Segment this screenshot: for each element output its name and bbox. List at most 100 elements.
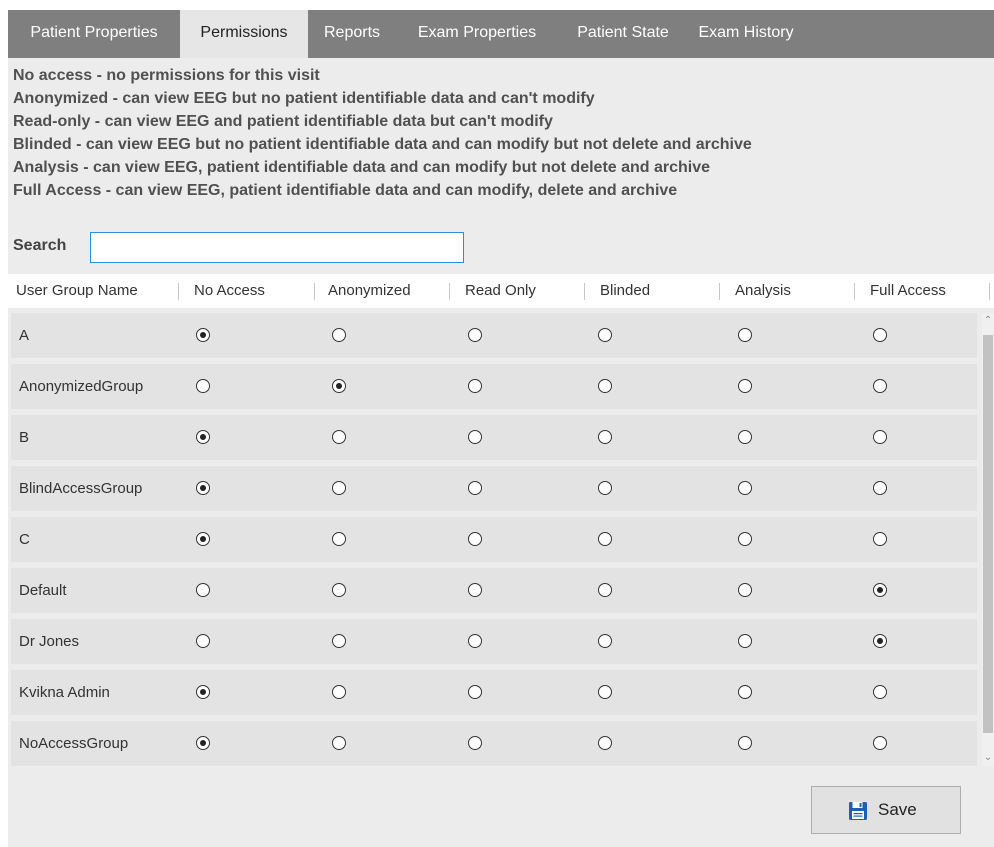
radio-read-only[interactable] — [468, 481, 482, 495]
description-full-access: Full Access - can view EEG, patient iden… — [13, 182, 678, 199]
column-header-no-access[interactable]: No Access — [194, 274, 265, 308]
radio-full-access[interactable] — [873, 430, 887, 444]
table-row[interactable]: B — [11, 415, 977, 460]
column-header-user-group-name[interactable]: User Group Name — [16, 274, 138, 308]
column-divider[interactable] — [584, 283, 585, 300]
radio-full-access[interactable] — [873, 532, 887, 546]
permissions-panel: Patient Properties Permissions Reports E… — [8, 10, 994, 847]
radio-analysis[interactable] — [738, 379, 752, 393]
column-header-full-access[interactable]: Full Access — [870, 274, 946, 308]
radio-blinded[interactable] — [598, 583, 612, 597]
radio-analysis[interactable] — [738, 583, 752, 597]
radio-analysis[interactable] — [738, 481, 752, 495]
radio-no-access[interactable] — [196, 736, 210, 750]
tab-patient-state[interactable]: Patient State — [558, 10, 688, 58]
column-divider[interactable] — [719, 283, 720, 300]
radio-no-access[interactable] — [196, 481, 210, 495]
radio-blinded[interactable] — [598, 685, 612, 699]
table-row[interactable]: C — [11, 517, 977, 562]
table-row[interactable]: Default — [11, 568, 977, 613]
radio-read-only[interactable] — [468, 685, 482, 699]
column-divider[interactable] — [178, 283, 179, 300]
table-row[interactable]: BlindAccessGroup — [11, 466, 977, 511]
radio-analysis[interactable] — [738, 328, 752, 342]
radio-analysis[interactable] — [738, 532, 752, 546]
save-button[interactable]: Save — [811, 786, 961, 834]
radio-analysis[interactable] — [738, 685, 752, 699]
user-group-table: A AnonymizedGroup B BlindAccessGroup C Defaul… — [8, 313, 980, 766]
tab-patient-properties[interactable]: Patient Properties — [8, 10, 180, 58]
scroll-up-arrow-icon[interactable]: ⌃ — [982, 313, 994, 329]
tab-exam-properties[interactable]: Exam Properties — [396, 10, 558, 58]
radio-no-access[interactable] — [196, 583, 210, 597]
radio-anonymized[interactable] — [332, 430, 346, 444]
description-read-only: Read-only - can view EEG and patient ide… — [13, 113, 553, 130]
radio-full-access[interactable] — [873, 379, 887, 393]
column-header-analysis[interactable]: Analysis — [735, 274, 791, 308]
radio-analysis[interactable] — [738, 430, 752, 444]
radio-blinded[interactable] — [598, 634, 612, 648]
tab-reports[interactable]: Reports — [308, 10, 396, 58]
radio-anonymized[interactable] — [332, 379, 346, 393]
radio-read-only[interactable] — [468, 328, 482, 342]
tab-exam-history[interactable]: Exam History — [688, 10, 804, 58]
permission-descriptions: No access - no permissions for this visi… — [13, 64, 983, 202]
radio-no-access[interactable] — [196, 685, 210, 699]
user-group-name: Dr Jones — [19, 633, 80, 650]
radio-anonymized[interactable] — [332, 481, 346, 495]
radio-read-only[interactable] — [468, 430, 482, 444]
column-divider[interactable] — [989, 283, 990, 300]
radio-anonymized[interactable] — [332, 328, 346, 342]
radio-full-access[interactable] — [873, 736, 887, 750]
scroll-down-arrow-icon[interactable]: ⌄ — [982, 750, 994, 766]
description-anonymized: Anonymized - can view EEG but no patient… — [13, 90, 595, 107]
radio-analysis[interactable] — [738, 736, 752, 750]
table-row[interactable]: A — [11, 313, 977, 358]
table-row[interactable]: Kvikna Admin — [11, 670, 977, 715]
radio-read-only[interactable] — [468, 532, 482, 546]
radio-no-access[interactable] — [196, 634, 210, 648]
radio-analysis[interactable] — [738, 634, 752, 648]
radio-blinded[interactable] — [598, 481, 612, 495]
radio-full-access[interactable] — [873, 583, 887, 597]
scrollbar-thumb[interactable] — [983, 335, 993, 733]
radio-full-access[interactable] — [873, 634, 887, 648]
radio-anonymized[interactable] — [332, 634, 346, 648]
column-divider[interactable] — [314, 283, 315, 300]
tab-bar: Patient Properties Permissions Reports E… — [8, 10, 994, 58]
column-divider[interactable] — [449, 283, 450, 300]
radio-blinded[interactable] — [598, 430, 612, 444]
radio-blinded[interactable] — [598, 328, 612, 342]
radio-no-access[interactable] — [196, 532, 210, 546]
table-row[interactable]: AnonymizedGroup — [11, 364, 977, 409]
user-group-name: BlindAccessGroup — [19, 480, 143, 497]
radio-full-access[interactable] — [873, 685, 887, 699]
radio-full-access[interactable] — [873, 481, 887, 495]
radio-read-only[interactable] — [468, 634, 482, 648]
radio-no-access[interactable] — [196, 379, 210, 393]
table-row[interactable]: Dr Jones — [11, 619, 977, 664]
column-header-read-only[interactable]: Read Only — [465, 274, 536, 308]
radio-anonymized[interactable] — [332, 583, 346, 597]
tab-permissions[interactable]: Permissions — [180, 10, 308, 58]
radio-no-access[interactable] — [196, 328, 210, 342]
floppy-disk-icon — [849, 802, 867, 820]
radio-full-access[interactable] — [873, 328, 887, 342]
column-divider[interactable] — [854, 283, 855, 300]
radio-blinded[interactable] — [598, 736, 612, 750]
radio-read-only[interactable] — [468, 583, 482, 597]
radio-blinded[interactable] — [598, 379, 612, 393]
column-header-blinded[interactable]: Blinded — [600, 274, 650, 308]
radio-no-access[interactable] — [196, 430, 210, 444]
radio-read-only[interactable] — [468, 379, 482, 393]
user-group-name: AnonymizedGroup — [19, 378, 144, 395]
radio-anonymized[interactable] — [332, 532, 346, 546]
radio-anonymized[interactable] — [332, 736, 346, 750]
table-row[interactable]: NoAccessGroup — [11, 721, 977, 766]
vertical-scrollbar[interactable]: ⌃ ⌄ — [982, 313, 994, 766]
radio-read-only[interactable] — [468, 736, 482, 750]
search-input[interactable] — [90, 232, 464, 263]
column-header-anonymized[interactable]: Anonymized — [328, 274, 411, 308]
radio-blinded[interactable] — [598, 532, 612, 546]
radio-anonymized[interactable] — [332, 685, 346, 699]
